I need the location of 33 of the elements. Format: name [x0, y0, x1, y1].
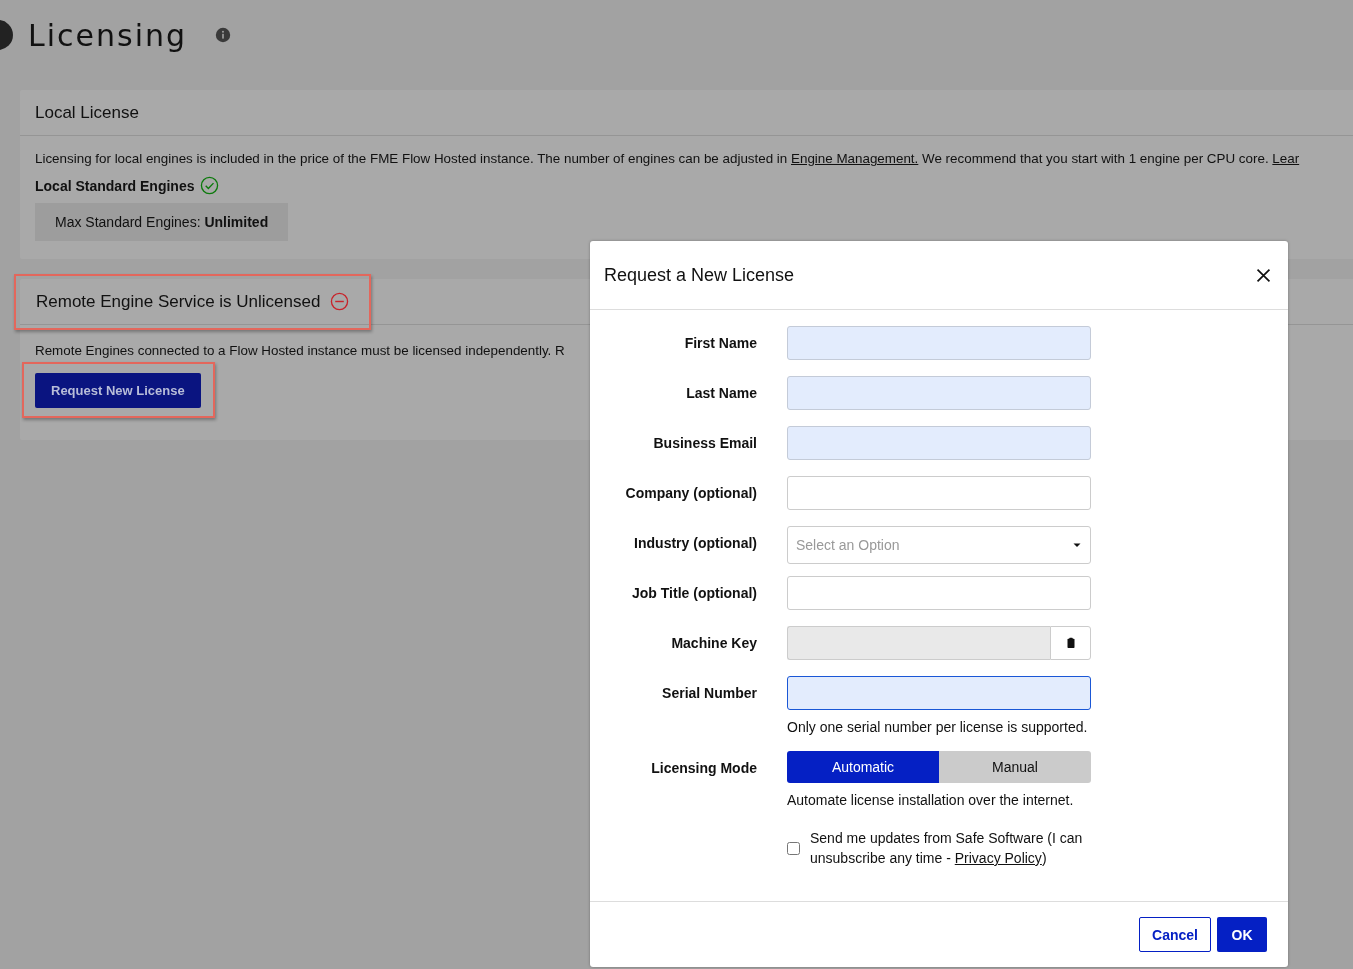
copy-button[interactable]	[1050, 626, 1091, 660]
privacy-link[interactable]: Privacy Policy	[954, 850, 1042, 866]
field-label: Machine Key	[670, 634, 757, 653]
field-label: Job Title (optional)	[631, 584, 757, 603]
page-title: Licensing	[28, 17, 188, 53]
close-icon[interactable]	[1255, 266, 1272, 284]
engines-label: Local Standard Engines	[35, 177, 195, 194]
mode-tab[interactable]: Automatic	[787, 751, 939, 783]
card-title: Local License	[35, 102, 139, 123]
ok-button[interactable]: OK	[1217, 917, 1267, 952]
dialog-title: Request a New License	[604, 264, 795, 286]
request-license-button[interactable]: Request New License	[35, 373, 201, 408]
field-label: Last Name	[685, 384, 757, 403]
card-title: Remote Engine Service is Unlicensed	[36, 291, 321, 312]
description-text: Remote Engines connected to a Flow Hosted instance must be licensed independently. R	[35, 342, 565, 360]
input-field[interactable]	[787, 676, 1091, 710]
max-engines-text: Max Standard Engines: Unlimited	[35, 203, 289, 241]
field-label: First Name	[683, 334, 757, 353]
field-label: Licensing Mode	[650, 759, 757, 778]
field-label: Company (optional)	[624, 484, 757, 503]
hint-text: Only one serial number per license is supported.	[787, 719, 1089, 735]
link[interactable]: Engine Management.	[791, 151, 919, 166]
checkbox[interactable]	[787, 841, 800, 855]
link[interactable]: Lear	[1272, 151, 1300, 166]
updates-text: Send me updates from Safe Software (I can unsubscribe any time - Privacy Policy)	[810, 829, 1084, 868]
field-label: Serial Number	[661, 684, 757, 703]
cancel-button[interactable]: Cancel	[1139, 917, 1211, 952]
field-label: Industry (optional)	[633, 534, 757, 553]
description-text: Licensing for local engines is included in the price of the FME Flow Hosted instance. The number of engines can be adjusted in Engine Management. We recommend that you start with 1 engine per CPU core. Lear	[35, 150, 1300, 168]
info-icon	[215, 27, 232, 43]
field-label: Business Email	[652, 434, 757, 453]
hint-text: Automate license installation over the internet.	[787, 792, 1075, 808]
mode-tab[interactable]: Manual	[939, 751, 1091, 783]
